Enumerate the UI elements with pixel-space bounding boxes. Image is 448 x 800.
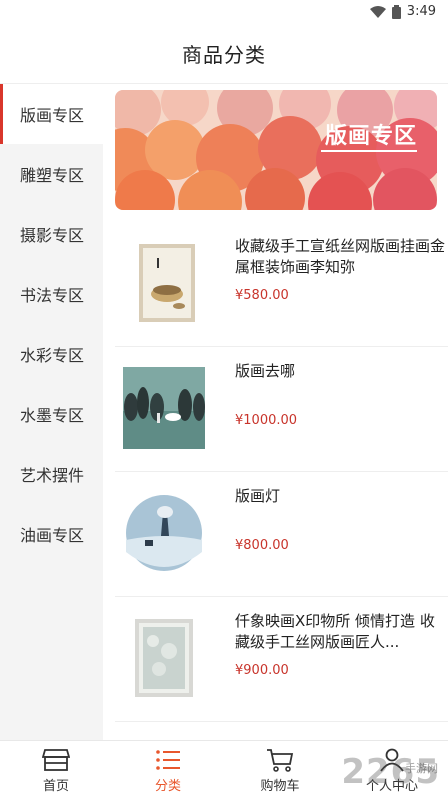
product-item[interactable]: 仟象映画X印物所 倾情打造 收藏级手工丝网版画匠人... ¥900.00 (115, 597, 448, 722)
tab-label: 购物车 (260, 779, 300, 794)
sidebar-item-label: 水墨专区 (20, 406, 85, 425)
sidebar-item-label: 版画专区 (20, 106, 85, 125)
product-item[interactable]: 收藏级手工宣纸丝网版画挂画金属框装饰画李知弥 ¥580.00 (115, 222, 448, 347)
product-item[interactable]: 版画去哪 ¥1000.00 (115, 347, 448, 472)
page-title: 商品分类 (182, 43, 266, 67)
sidebar-item-label: 油画专区 (20, 526, 85, 545)
sidebar-item-watercolor[interactable]: 水彩专区 (0, 324, 103, 384)
banner-title: 版画专区 (324, 124, 417, 149)
status-time: 3:49 (406, 4, 436, 19)
tab-home[interactable]: 首页 (0, 741, 112, 800)
list-icon (153, 747, 183, 773)
product-price: ¥580.00 (235, 288, 289, 303)
status-icons: 3:49 (369, 4, 436, 19)
battery-icon (391, 4, 401, 19)
sidebar-item-label: 书法专区 (20, 286, 85, 305)
page-header: 商品分类 (0, 24, 448, 84)
watermark-subtext: 手游网 (405, 762, 438, 775)
product-thumbnail (123, 492, 205, 574)
tab-label: 首页 (42, 779, 69, 794)
category-sidebar: 版画专区 雕塑专区 摄影专区 书法专区 水彩专区 水墨专区 艺术摆件 油画专区 (0, 84, 103, 740)
product-name: 版画去哪 (235, 362, 296, 380)
sidebar-item-oil[interactable]: 油画专区 (0, 504, 103, 564)
category-banner[interactable]: 版画专区 (115, 90, 437, 210)
sidebar-item-calligraphy[interactable]: 书法专区 (0, 264, 103, 324)
status-bar: 3:49 (0, 0, 448, 24)
product-thumbnail (123, 367, 205, 449)
sidebar-item-label: 艺术摆件 (20, 466, 85, 485)
tab-label: 分类 (154, 779, 181, 794)
product-price: ¥1000.00 (235, 413, 298, 428)
product-thumbnail (123, 617, 205, 699)
sidebar-item-label: 水彩专区 (20, 346, 85, 365)
tab-cart[interactable]: 购物车 (224, 741, 336, 800)
sidebar-item-prints[interactable]: 版画专区 (0, 84, 103, 144)
sidebar-item-label: 摄影专区 (20, 226, 85, 245)
sidebar-item-ink[interactable]: 水墨专区 (0, 384, 103, 444)
product-name: 收藏级手工宣纸丝网版画挂画金属框装饰画李知弥 (235, 237, 446, 276)
product-list-panel: 版画专区 收藏级手工宣纸丝网版画挂画金属框装饰画李知弥 ¥580.00 版画去哪… (103, 84, 448, 740)
shop-icon (41, 747, 71, 773)
wifi-icon (369, 5, 386, 18)
sidebar-item-sculpture[interactable]: 雕塑专区 (0, 144, 103, 204)
product-price: ¥800.00 (235, 538, 289, 553)
banner-underline (321, 150, 417, 152)
product-item[interactable]: 版画灯 ¥800.00 (115, 472, 448, 597)
sidebar-item-ornaments[interactable]: 艺术摆件 (0, 444, 103, 504)
product-name: 版画灯 (235, 487, 281, 505)
cart-icon (265, 747, 295, 773)
sidebar-item-photography[interactable]: 摄影专区 (0, 204, 103, 264)
product-name: 仟象映画X印物所 倾情打造 收藏级手工丝网版画匠人... (235, 612, 435, 651)
tab-category[interactable]: 分类 (112, 741, 224, 800)
sidebar-item-label: 雕塑专区 (20, 166, 85, 185)
product-thumbnail (123, 242, 205, 324)
product-price: ¥900.00 (235, 663, 289, 678)
